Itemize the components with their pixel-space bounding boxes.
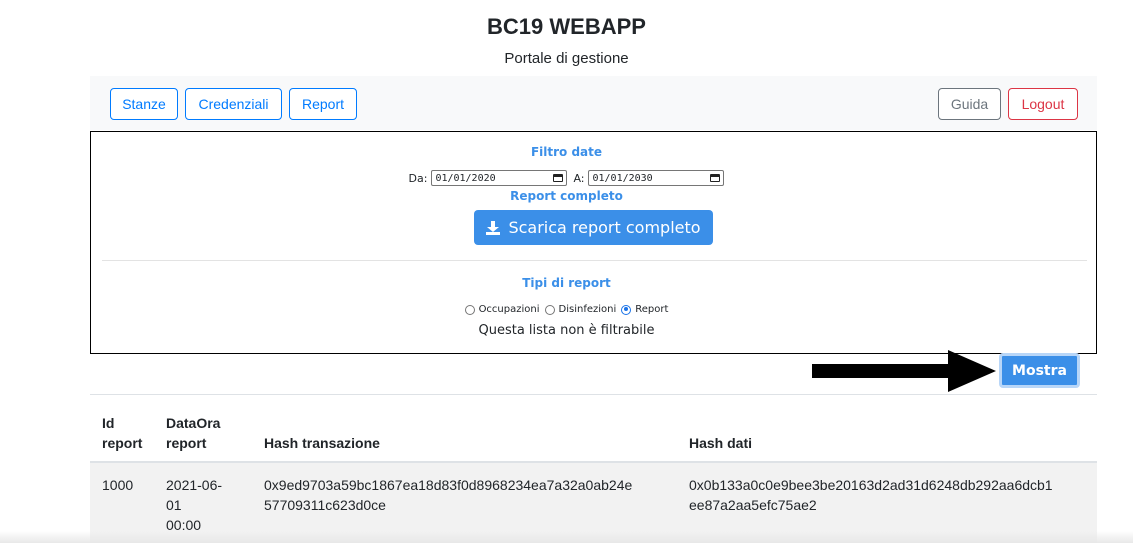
from-date-input[interactable]: 01/01/2020 bbox=[431, 170, 568, 186]
from-date-value: 01/01/2020 bbox=[435, 172, 496, 184]
mostra-button[interactable]: Mostra bbox=[999, 353, 1080, 388]
section-divider bbox=[102, 260, 1087, 261]
col-header-id: Id report bbox=[102, 415, 143, 451]
col-header-hash-dati: Hash dati bbox=[689, 435, 753, 451]
table-top-border bbox=[90, 394, 1097, 395]
cell-hash-transazione: 0x9ed9703a59bc1867ea18d83f0d8968234ea7a3… bbox=[264, 477, 633, 513]
not-filterable-note: Questa lista non è filtrabile bbox=[478, 323, 655, 338]
guida-button[interactable]: Guida bbox=[938, 88, 1001, 120]
page-bottom-shadow bbox=[0, 531, 1133, 543]
col-header-hash-transazione: Hash transazione bbox=[264, 435, 380, 451]
report-type-radios: Occupazioni Disinfezioni Report bbox=[0, 304, 1133, 315]
logout-button[interactable]: Logout bbox=[1008, 88, 1078, 120]
download-button-label: Scarica report completo bbox=[508, 218, 701, 237]
to-date-value: 01/01/2030 bbox=[592, 172, 653, 184]
to-date-input[interactable]: 01/01/2030 bbox=[588, 170, 725, 186]
cell-date: 2021-06- 01 00:00 bbox=[166, 477, 223, 533]
col-header-date: DataOra report bbox=[166, 415, 221, 451]
to-label: A: bbox=[573, 171, 585, 185]
download-icon bbox=[486, 220, 501, 235]
radio-occupazioni-label: Occupazioni bbox=[478, 304, 540, 315]
radio-report[interactable] bbox=[621, 304, 632, 315]
download-full-report-button[interactable]: Scarica report completo bbox=[474, 210, 713, 245]
page-subtitle: Portale di gestione bbox=[504, 50, 629, 67]
cell-id: 1000 bbox=[102, 477, 134, 493]
nav-credenziali-button[interactable]: Credenziali bbox=[185, 88, 282, 120]
calendar-icon[interactable] bbox=[710, 174, 721, 182]
report-types-title: Tipi di report bbox=[522, 276, 611, 290]
nav-stanze-button[interactable]: Stanze bbox=[110, 88, 178, 120]
nav-report-button[interactable]: Report bbox=[289, 88, 357, 120]
calendar-icon[interactable] bbox=[553, 174, 564, 182]
radio-disinfezioni[interactable] bbox=[544, 304, 555, 315]
arrow-right-icon bbox=[812, 350, 996, 392]
radio-report-label: Report bbox=[635, 304, 669, 315]
from-label: Da: bbox=[408, 171, 428, 185]
full-report-title: Report completo bbox=[510, 189, 623, 203]
radio-occupazioni[interactable] bbox=[464, 304, 475, 315]
date-filter-title: Filtro date bbox=[530, 145, 603, 159]
date-filter-row: Da: 01/01/2020 A: 01/01/2030 bbox=[0, 170, 1133, 186]
radio-disinfezioni-label: Disinfezioni bbox=[558, 304, 617, 315]
cell-hash-dati: 0x0b133a0c0e9bee3be20163d2ad31d6248db292… bbox=[689, 477, 1053, 513]
page-title: BC19 WEBAPP bbox=[487, 14, 646, 39]
